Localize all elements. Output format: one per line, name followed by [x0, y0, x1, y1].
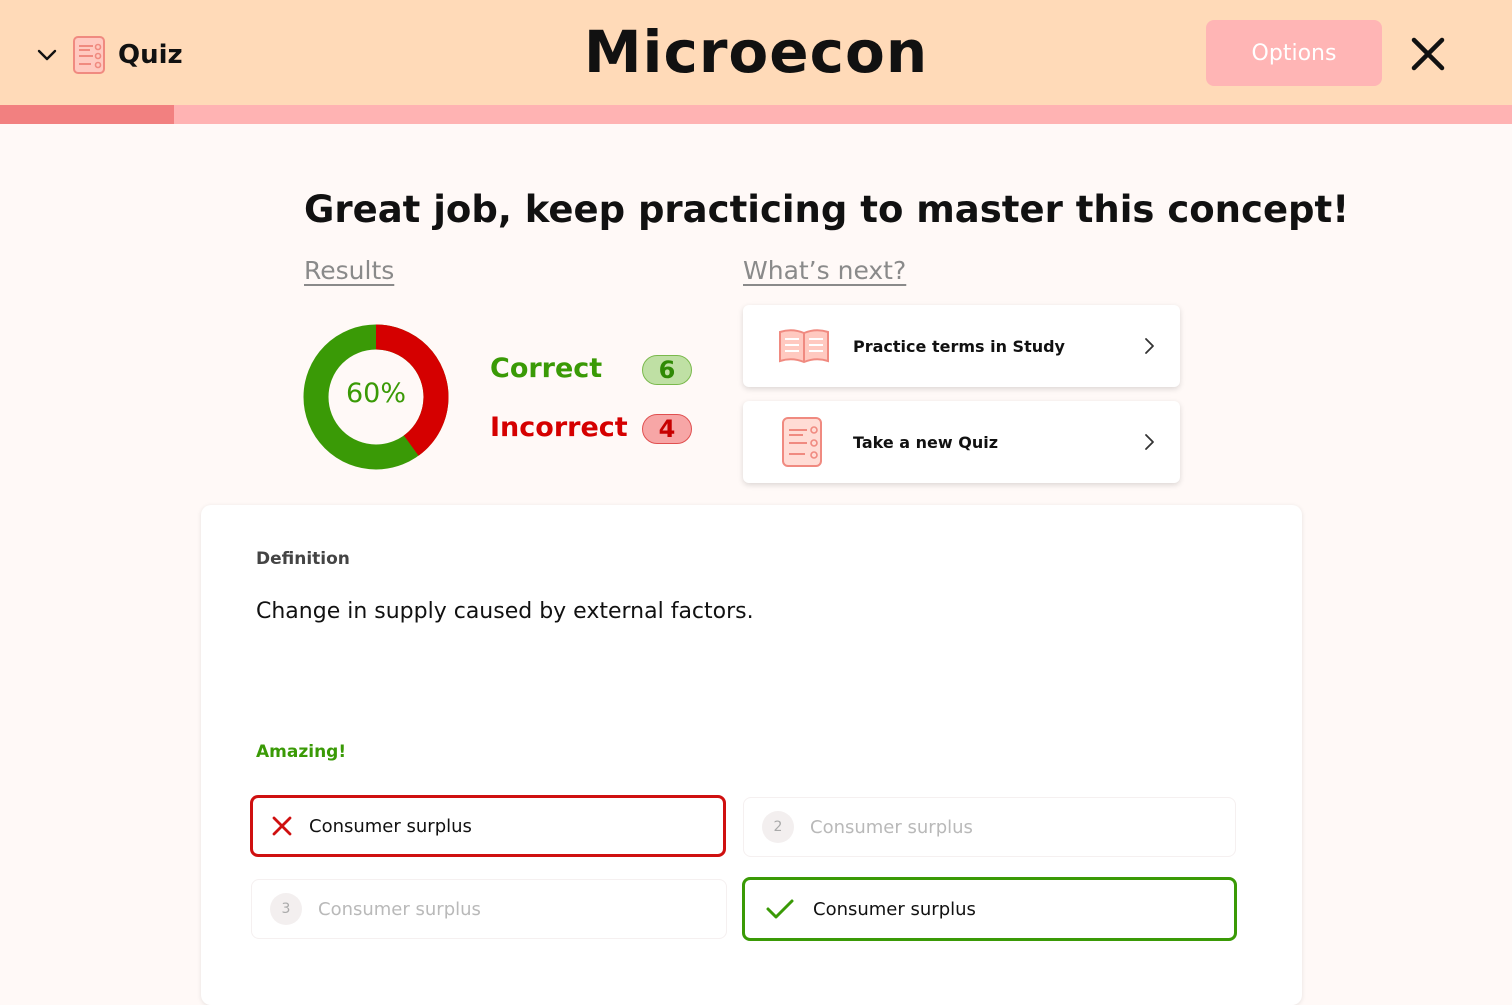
chevron-right-icon [1145, 338, 1154, 354]
question-review-panel: Definition Change in supply caused by ex… [201, 505, 1302, 1005]
open-book-icon [779, 329, 829, 364]
result-headline: Great job, keep practicing to master thi… [304, 188, 1350, 231]
score-percent: 60% [345, 378, 406, 409]
new-quiz-card[interactable]: Take a new Quiz [743, 401, 1180, 483]
whats-next-heading: What’s next? [743, 256, 907, 285]
close-icon [1411, 37, 1445, 71]
practice-study-card[interactable]: Practice terms in Study [743, 305, 1180, 387]
incorrect-count-badge: 4 [642, 414, 692, 444]
answer-feedback: Amazing! [256, 742, 347, 762]
answer-option-text: Consumer surplus [309, 815, 472, 837]
results-heading: Results [304, 256, 395, 285]
correct-count-badge: 6 [642, 355, 692, 385]
close-button[interactable] [1404, 30, 1452, 78]
answer-option-4[interactable]: Consumer surplus [742, 877, 1237, 941]
answer-number: 2 [762, 811, 794, 843]
answer-option-2[interactable]: 2 Consumer surplus [743, 797, 1236, 857]
practice-study-label: Practice terms in Study [853, 336, 1065, 356]
progress-bar-fill [0, 105, 174, 124]
answer-option-3[interactable]: 3 Consumer surplus [251, 879, 727, 939]
top-bar: Quiz Microecon Options [0, 0, 1512, 105]
correct-label: Correct [490, 353, 603, 384]
checkmark-icon [766, 899, 794, 919]
question-prompt: Change in supply caused by external fact… [256, 599, 754, 624]
progress-bar [0, 105, 1512, 124]
answer-option-text: Consumer surplus [810, 816, 973, 838]
answer-number: 3 [270, 893, 302, 925]
options-button[interactable]: Options [1206, 20, 1382, 86]
new-quiz-label: Take a new Quiz [853, 432, 999, 452]
x-mark-icon [272, 816, 292, 836]
question-type-label: Definition [256, 549, 350, 569]
answer-option-1[interactable]: Consumer surplus [250, 795, 726, 857]
answer-option-text: Consumer surplus [813, 898, 976, 920]
quiz-checklist-icon [782, 417, 822, 467]
incorrect-label: Incorrect [490, 412, 628, 443]
answer-option-text: Consumer surplus [318, 898, 481, 920]
chevron-right-icon [1145, 434, 1154, 450]
